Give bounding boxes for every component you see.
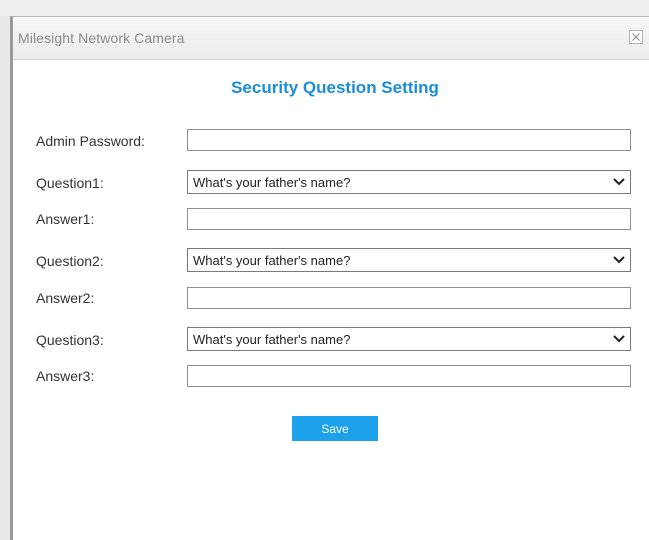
chevron-down-icon	[613, 178, 625, 186]
question3-select[interactable]: What's your father's name?	[187, 327, 631, 351]
chevron-down-icon	[613, 335, 625, 343]
answer3-field[interactable]	[187, 365, 631, 387]
answer2-label: Answer2:	[36, 290, 95, 306]
save-button[interactable]: Save	[292, 416, 378, 441]
question3-selected-value: What's your father's name?	[193, 332, 351, 347]
admin-password-field[interactable]	[187, 129, 631, 151]
question2-select[interactable]: What's your father's name?	[187, 248, 631, 272]
answer1-label: Answer1:	[36, 211, 95, 227]
question2-selected-value: What's your father's name?	[193, 253, 351, 268]
answer3-label: Answer3:	[36, 368, 95, 384]
question1-label: Question1:	[36, 175, 104, 191]
dialog-titlebar: Milesight Network Camera	[13, 17, 649, 60]
question3-label: Question3:	[36, 332, 104, 348]
question1-select[interactable]: What's your father's name?	[187, 170, 631, 194]
background-strip	[0, 0, 649, 16]
chevron-down-icon	[613, 256, 625, 264]
security-question-dialog: Milesight Network Camera Security Questi…	[10, 16, 649, 540]
question2-label: Question2:	[36, 253, 104, 269]
form-heading: Security Question Setting	[231, 78, 439, 97]
answer1-field[interactable]	[187, 208, 631, 230]
close-button[interactable]	[629, 30, 643, 44]
answer2-field[interactable]	[187, 287, 631, 309]
dialog-title: Milesight Network Camera	[18, 30, 185, 46]
close-icon	[632, 33, 640, 41]
admin-password-label: Admin Password:	[36, 133, 145, 149]
question1-selected-value: What's your father's name?	[193, 175, 351, 190]
